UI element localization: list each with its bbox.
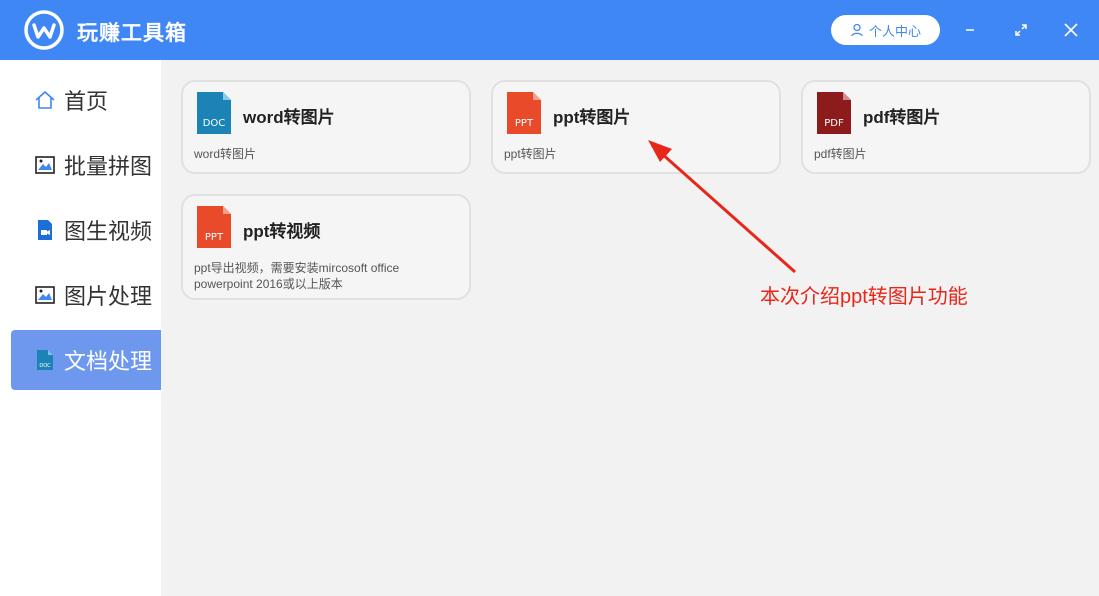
annotation-text: 本次介绍ppt转图片功能 [760,286,968,308]
sidebar-item-label: 文档处理 [64,349,153,374]
card-pdf-to-image[interactable]: PDF pdf转图片 pdf转图片 [801,80,1091,174]
pdf-file-icon: PDF [817,92,851,134]
video-file-icon [38,220,52,240]
close-icon [1064,23,1078,37]
file-badge: PPT [205,232,224,243]
card-description: ppt转图片 [504,147,557,161]
close-button[interactable] [1059,18,1083,42]
home-icon [35,91,55,109]
doc-file-icon: DOC [37,350,53,370]
ppt-file-icon: PPT [197,206,231,248]
svg-text:DOC: DOC [39,363,51,369]
image-icon [35,286,55,304]
user-icon [851,23,863,37]
card-description: word转图片 [194,147,257,161]
card-ppt-to-video[interactable]: PPT ppt转视频 ppt导出视频，需要安装mircosoft office … [181,194,471,300]
maximize-button[interactable] [1009,18,1033,42]
card-ppt-to-image[interactable]: PPT ppt转图片 ppt转图片 [491,80,781,174]
sidebar-item-label: 图生视频 [64,219,153,244]
maximize-icon [1015,24,1027,36]
file-badge: PDF [824,118,844,129]
card-title: pdf转图片 [863,108,941,127]
minimize-button[interactable] [958,18,982,42]
card-title: word转图片 [243,108,335,127]
sidebar-item-image-to-video[interactable]: 图生视频 [11,200,161,260]
image-icon [35,156,55,174]
user-center-button[interactable]: 个人中心 [831,15,940,45]
sidebar-item-image-processing[interactable]: 图片处理 [11,265,161,325]
sidebar-item-label: 批量拼图 [64,154,153,179]
minimize-icon [966,29,974,31]
sidebar-item-home[interactable]: 首页 [11,70,161,130]
card-word-to-image[interactable]: DOC word转图片 word转图片 [181,80,471,174]
user-center-label: 个人中心 [868,23,921,39]
sidebar-item-batch-collage[interactable]: 批量拼图 [11,135,161,195]
sidebar-item-label: 图片处理 [64,284,153,309]
app-logo-icon [24,10,64,50]
sidebar: 首页 批量拼图 图生视频 图片处理 DOC 文档处理 [0,60,161,596]
title-bar: 玩赚工具箱 个人中心 [0,0,1099,60]
ppt-file-icon: PPT [507,92,541,134]
sidebar-item-label: 首页 [64,89,109,114]
doc-file-icon: DOC [197,92,231,134]
sidebar-item-document-processing[interactable]: DOC 文档处理 [11,330,161,390]
app-title: 玩赚工具箱 [77,22,187,45]
file-badge: DOC [203,118,226,129]
file-badge: PPT [515,118,534,129]
card-description: ppt导出视频，需要安装mircosoft office powerpoint … [194,261,400,291]
card-title: ppt转视频 [243,222,321,241]
card-description: pdf转图片 [814,147,867,161]
card-title: ppt转图片 [553,108,631,127]
